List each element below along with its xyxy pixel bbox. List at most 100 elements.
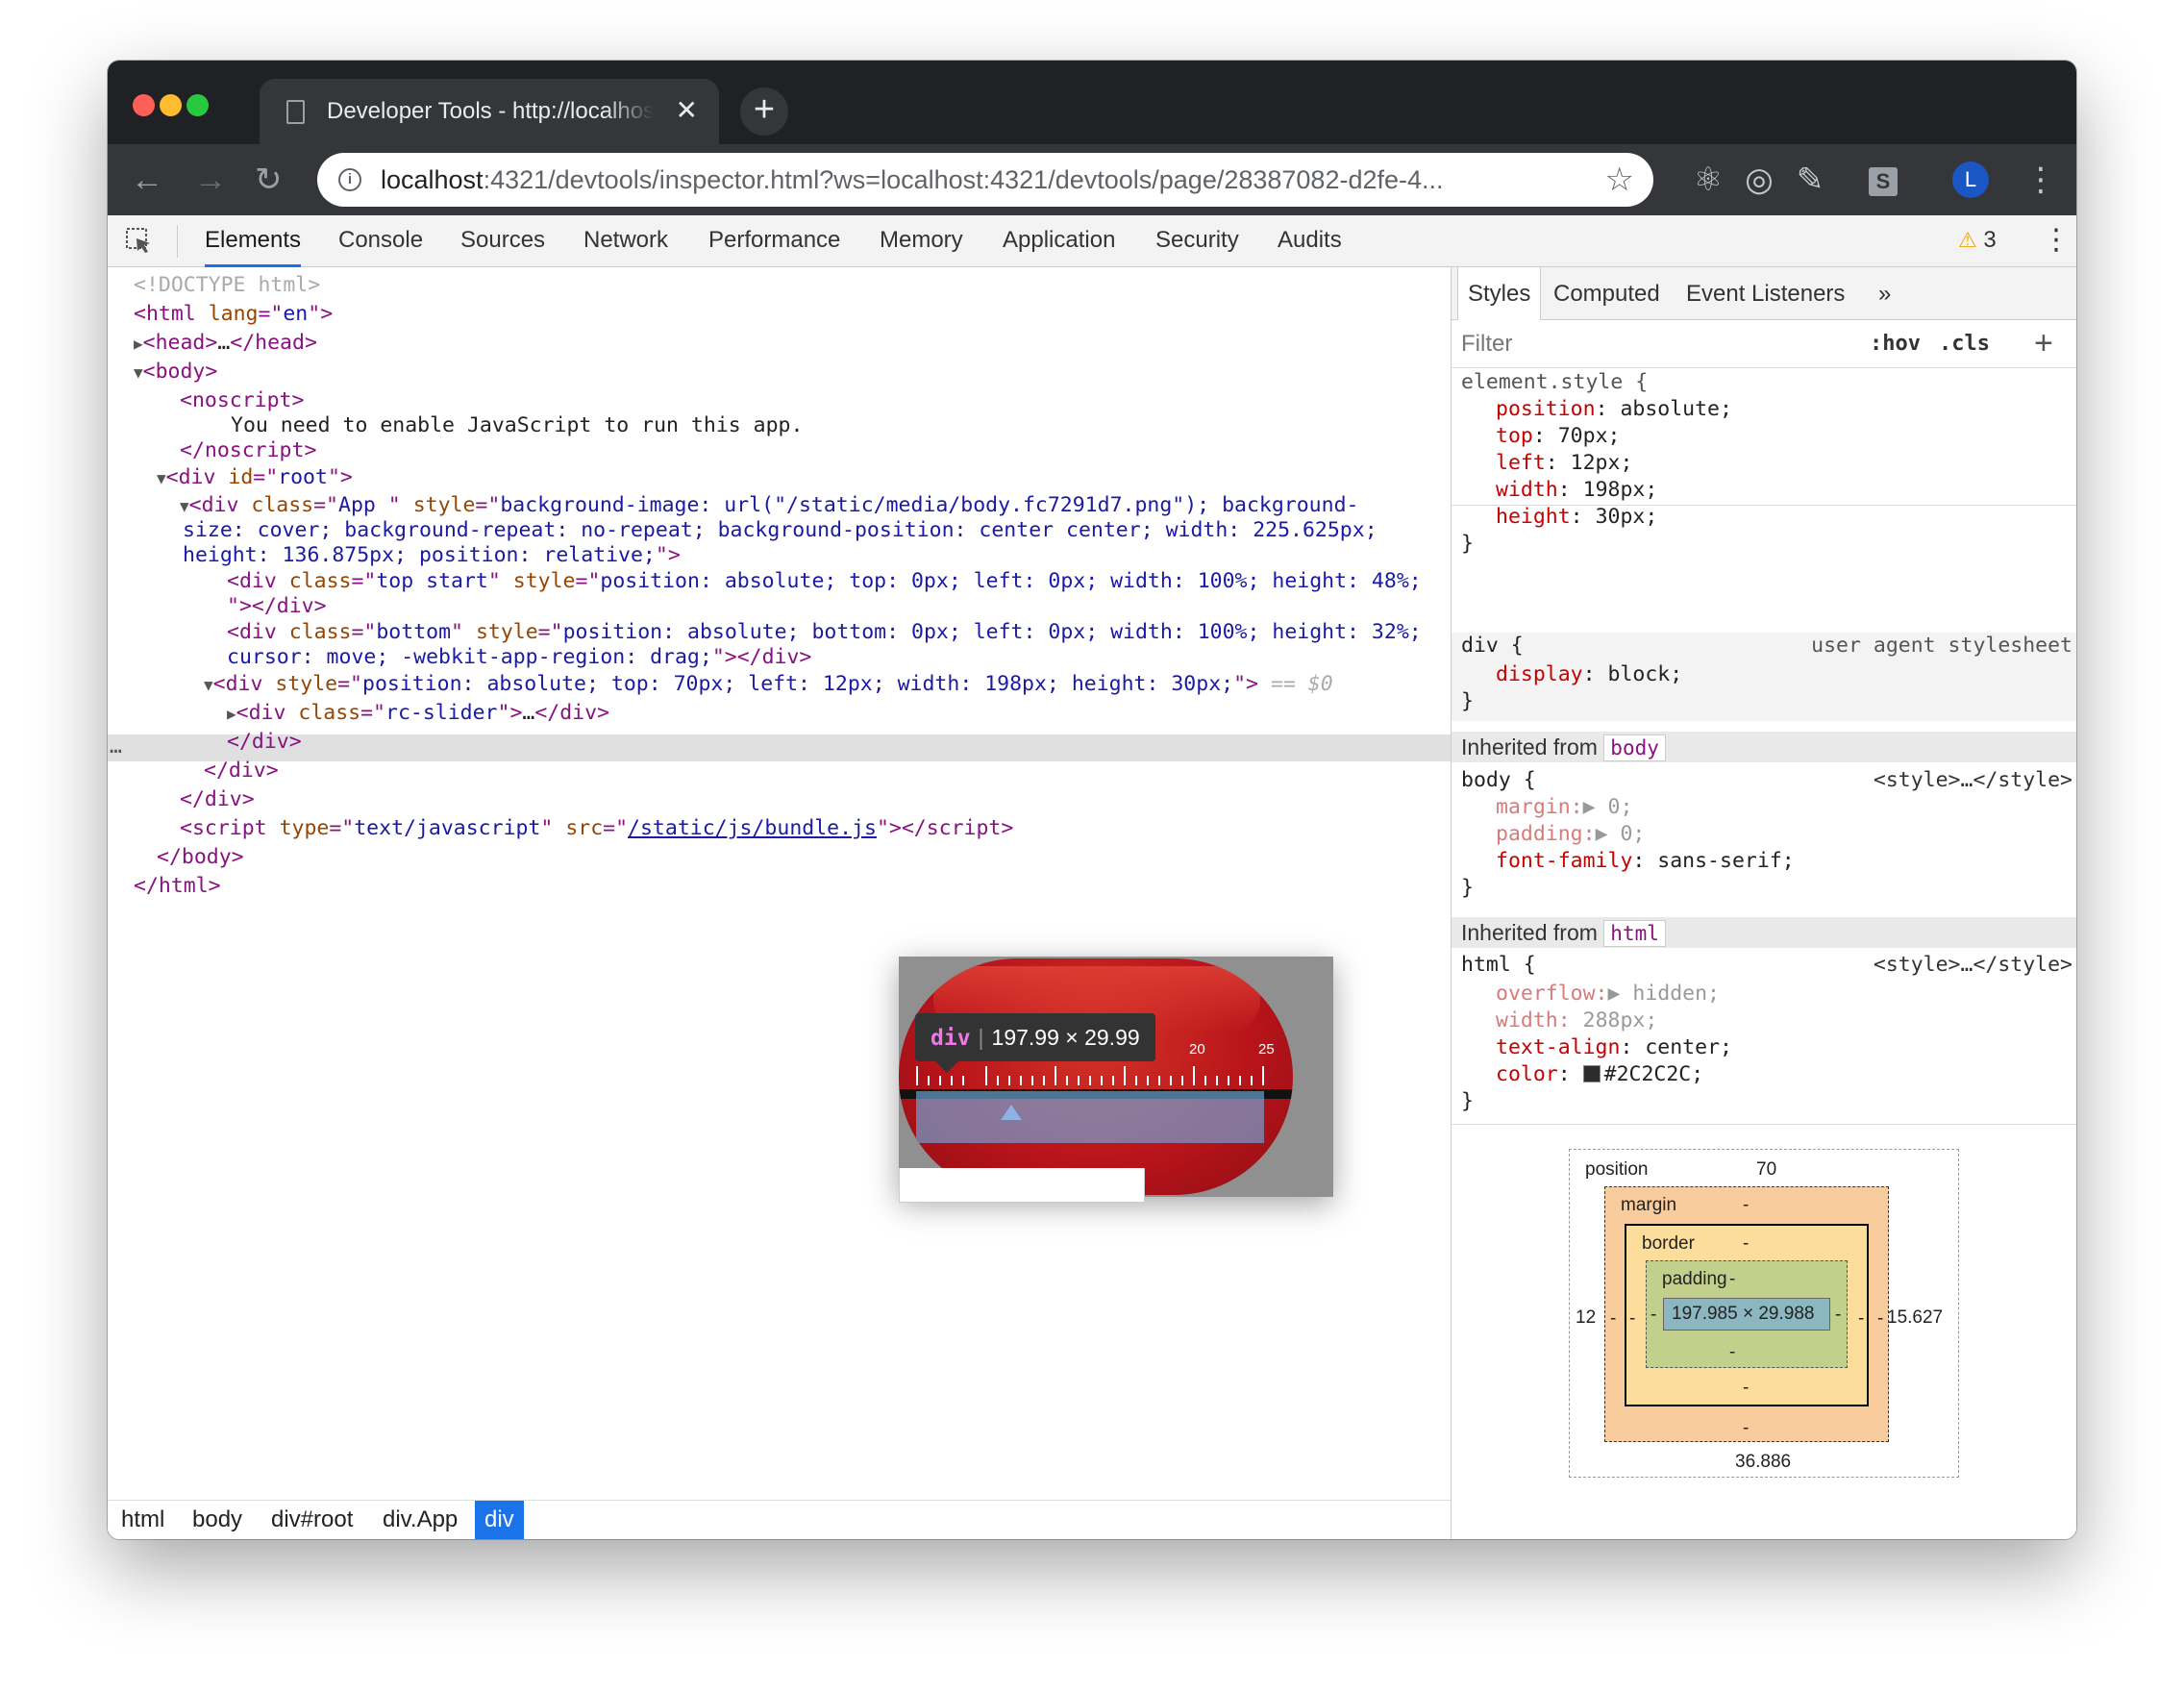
position-right-value[interactable]: 15.627 (1887, 1307, 1943, 1329)
devtools-menu-icon[interactable]: ⋮ (2042, 223, 2071, 258)
tab-memory[interactable]: Memory (880, 215, 963, 267)
head-line[interactable]: ▶<head>…</head> (134, 331, 317, 357)
tab-application[interactable]: Application (1003, 215, 1115, 267)
border-top-value[interactable]: - (1743, 1233, 1749, 1255)
close-window-button[interactable] (133, 94, 155, 116)
tab-styles[interactable]: Styles (1457, 267, 1542, 320)
more-tabs-icon[interactable]: » (1878, 267, 1891, 320)
prop-font-family[interactable]: font-family: sans-serif; (1496, 848, 1795, 875)
padding-bottom-value[interactable]: - (1729, 1342, 1735, 1363)
warnings-counter[interactable]: ⚠ 3 (1958, 225, 1997, 256)
border-bottom-value[interactable]: - (1743, 1378, 1749, 1399)
bottom-div-line[interactable]: <div class="bottom" style="position: abs… (227, 620, 1422, 645)
root-div-line[interactable]: ▼<div id="root"> (157, 465, 353, 491)
rule-selector: element.style { (1461, 370, 1649, 394)
styles-filter-input[interactable]: Filter (1461, 330, 1512, 359)
new-style-rule-icon[interactable]: + (2034, 324, 2053, 362)
prop-position[interactable]: position: absolute; (1496, 396, 1732, 423)
chrome-menu-icon[interactable]: ⋮ (2024, 161, 2057, 199)
close-tab-icon[interactable]: ✕ (676, 95, 698, 126)
eyedropper-extension-icon[interactable]: ✎ (1786, 156, 1834, 204)
tab-network[interactable]: Network (583, 215, 668, 267)
tab-console[interactable]: Console (338, 215, 423, 267)
ruler-label-25: 25 (1258, 1041, 1275, 1058)
browser-tab[interactable]: Developer Tools - http://localhost:4321/… (260, 79, 719, 144)
position-top-value[interactable]: 70 (1756, 1159, 1776, 1181)
zoom-window-button[interactable] (186, 94, 209, 116)
prop-margin[interactable]: margin:▶ 0; (1496, 794, 1632, 821)
site-info-icon[interactable]: i (338, 168, 361, 191)
bottom-div-cont: cursor: move; -webkit-app-region: drag;"… (227, 645, 812, 669)
tab-elements[interactable]: Elements (205, 215, 302, 267)
margin-top-value[interactable]: - (1743, 1195, 1749, 1216)
back-icon[interactable]: ← (131, 161, 163, 199)
inherited-from-body: Inherited from body (1452, 732, 2076, 762)
crumb-div-root[interactable]: div#root (271, 1501, 353, 1539)
html-open-line[interactable]: <html lang="en"> (134, 302, 333, 327)
script-src-link[interactable]: /static/js/bundle.js (628, 816, 877, 840)
crumb-div[interactable]: div (475, 1501, 524, 1539)
forward-icon[interactable]: → (194, 161, 227, 199)
position-label: position (1585, 1159, 1649, 1180)
prop-width[interactable]: width: 198px; (1496, 477, 1657, 504)
minimize-window-button[interactable] (160, 94, 182, 116)
border-right-value[interactable]: - (1858, 1308, 1864, 1330)
prop-color[interactable]: color: #2C2C2C; (1496, 1061, 1703, 1088)
prop-height[interactable]: height: 30px; (1496, 504, 1657, 531)
margin-right-value[interactable]: - (1877, 1308, 1883, 1330)
inherited-body-link[interactable]: body (1603, 734, 1666, 761)
new-tab-button[interactable]: + (740, 87, 788, 136)
styles-sidebar: Styles Computed Event Listeners » Filter… (1452, 267, 2076, 1539)
noscript-open-line[interactable]: <noscript> (180, 388, 304, 413)
prop-left[interactable]: left: 12px; (1496, 450, 1632, 477)
node-actions-icon[interactable]: … (110, 734, 122, 759)
s-extension-icon[interactable]: S (1869, 167, 1898, 196)
prop-html-width[interactable]: width: 288px; (1496, 1008, 1657, 1034)
address-bar[interactable]: i localhost:4321/devtools/inspector.html… (317, 153, 1653, 207)
tab-audits[interactable]: Audits (1278, 215, 1342, 267)
inspect-element-icon[interactable] (125, 227, 154, 256)
crumb-div-app[interactable]: div.App (383, 1501, 458, 1539)
url-text: localhost:4321/devtools/inspector.html?w… (381, 165, 1444, 194)
element-style-rule: element.style { position: absolute; top:… (1452, 369, 2076, 556)
cls-toggle[interactable]: .cls (1939, 330, 1990, 359)
crumb-body[interactable]: body (192, 1501, 242, 1539)
body-open-line[interactable]: ▼<body> (134, 360, 217, 386)
html-rule-source[interactable]: <style>…</style> (1874, 952, 2072, 979)
prop-top[interactable]: top: 70px; (1496, 423, 1620, 450)
target-extension-icon[interactable]: ◎ (1735, 156, 1783, 204)
selected-div-line[interactable]: ▼<div style="position: absolute; top: 70… (204, 672, 1333, 698)
inherited-html-link[interactable]: html (1603, 920, 1666, 947)
tab-computed[interactable]: Computed (1553, 267, 1660, 320)
prop-padding[interactable]: padding:▶ 0; (1496, 821, 1645, 848)
crumb-html[interactable]: html (121, 1501, 164, 1539)
react-devtools-icon[interactable]: ⚛ (1684, 156, 1732, 204)
padding-right-value[interactable]: - (1835, 1305, 1841, 1326)
tab-sources[interactable]: Sources (460, 215, 545, 267)
selected-node-highlight (108, 734, 1451, 761)
margin-left-value[interactable]: - (1610, 1308, 1616, 1330)
prop-text-align[interactable]: text-align: center; (1496, 1034, 1732, 1061)
tab-event-listeners[interactable]: Event Listeners (1686, 267, 1845, 320)
profile-avatar[interactable]: L (1952, 162, 1989, 198)
prop-overflow[interactable]: overflow:▶ hidden; (1496, 981, 1720, 1008)
tab-security[interactable]: Security (1155, 215, 1239, 267)
box-model-content[interactable]: 197.985 × 29.988 (1663, 1298, 1830, 1331)
reload-icon[interactable]: ↻ (255, 161, 283, 199)
position-left-value[interactable]: 12 (1576, 1307, 1596, 1329)
ua-selector: div { (1461, 634, 1524, 658)
app-div-line[interactable]: ▼<div class="App " style="background-ima… (180, 493, 1358, 519)
padding-top-value[interactable]: - (1729, 1269, 1735, 1290)
border-left-value[interactable]: - (1629, 1308, 1635, 1330)
script-line[interactable]: <script type="text/javascript" src="/sta… (180, 816, 1013, 841)
rc-slider-line[interactable]: ▶<div class="rc-slider">…</div> (227, 701, 609, 727)
body-rule-source[interactable]: <style>…</style> (1874, 767, 2072, 794)
color-swatch[interactable] (1582, 1065, 1601, 1082)
top-div-line[interactable]: <div class="top start" style="position: … (227, 569, 1422, 594)
position-bottom-value[interactable]: 36.886 (1735, 1452, 1791, 1473)
margin-bottom-value[interactable]: - (1743, 1418, 1749, 1439)
hov-toggle[interactable]: :hov (1870, 330, 1921, 359)
padding-left-value[interactable]: - (1650, 1305, 1656, 1326)
bookmark-star-icon[interactable]: ☆ (1605, 161, 1634, 199)
tab-performance[interactable]: Performance (708, 215, 840, 267)
